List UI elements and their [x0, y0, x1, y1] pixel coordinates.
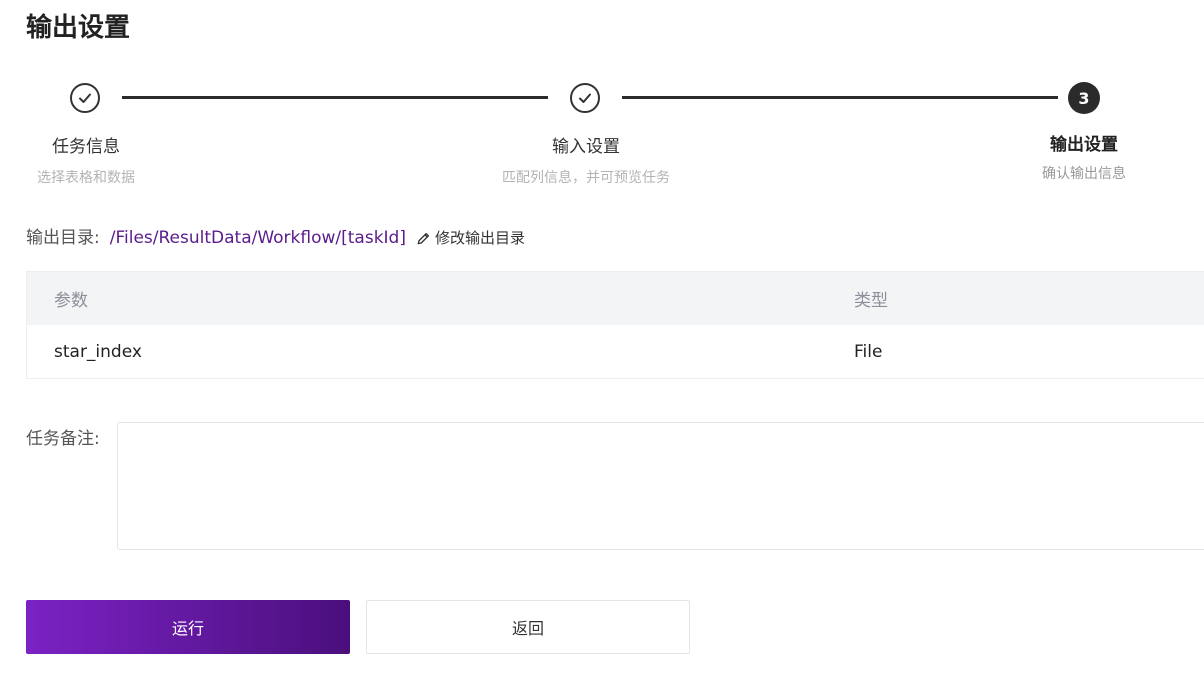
step-2-desc: 匹配列信息，并可预览任务: [502, 170, 670, 186]
table-header: 参数 类型: [27, 272, 1204, 325]
step-2-check-icon: [570, 83, 600, 113]
cell-param: star_index: [54, 341, 142, 362]
step-3-number: 3: [1068, 82, 1100, 114]
header-param: 参数: [54, 291, 88, 311]
edit-output-dir-label: 修改输出目录: [434, 229, 525, 247]
step-1-desc: 选择表格和数据: [37, 170, 135, 186]
task-notes-input[interactable]: [117, 422, 1204, 550]
page-title: 输出设置: [26, 13, 131, 43]
back-button[interactable]: 返回: [366, 600, 690, 654]
header-type: 类型: [854, 291, 888, 311]
table-row: star_index File: [27, 325, 1204, 378]
cell-type: File: [854, 341, 883, 362]
pencil-icon: [417, 232, 430, 244]
step-1-check-icon: [70, 83, 100, 113]
step-1-title: 任务信息: [52, 137, 120, 157]
output-dir-row: 输出目录: /Files/ResultData/Workflow/[taskId…: [26, 226, 525, 250]
step-connector-1: [122, 96, 548, 99]
output-dir-path: /Files/ResultData/Workflow/[taskId]: [109, 228, 406, 248]
output-params-table: 参数 类型 star_index File: [26, 271, 1204, 379]
output-settings-page: 输出设置 任务信息 选择表格和数据 输入设置 匹配列信息，并可预览任务 3 输出…: [0, 0, 1204, 691]
edit-output-dir-link[interactable]: 修改输出目录: [416, 226, 525, 250]
step-connector-2: [622, 96, 1058, 99]
step-2-title: 输入设置: [552, 137, 620, 157]
output-dir-label: 输出目录:: [26, 228, 100, 248]
step-3-title: 输出设置: [1050, 135, 1118, 155]
run-button[interactable]: 运行: [26, 600, 350, 654]
task-notes-label: 任务备注:: [26, 429, 100, 449]
step-3-desc: 确认输出信息: [1042, 166, 1126, 182]
